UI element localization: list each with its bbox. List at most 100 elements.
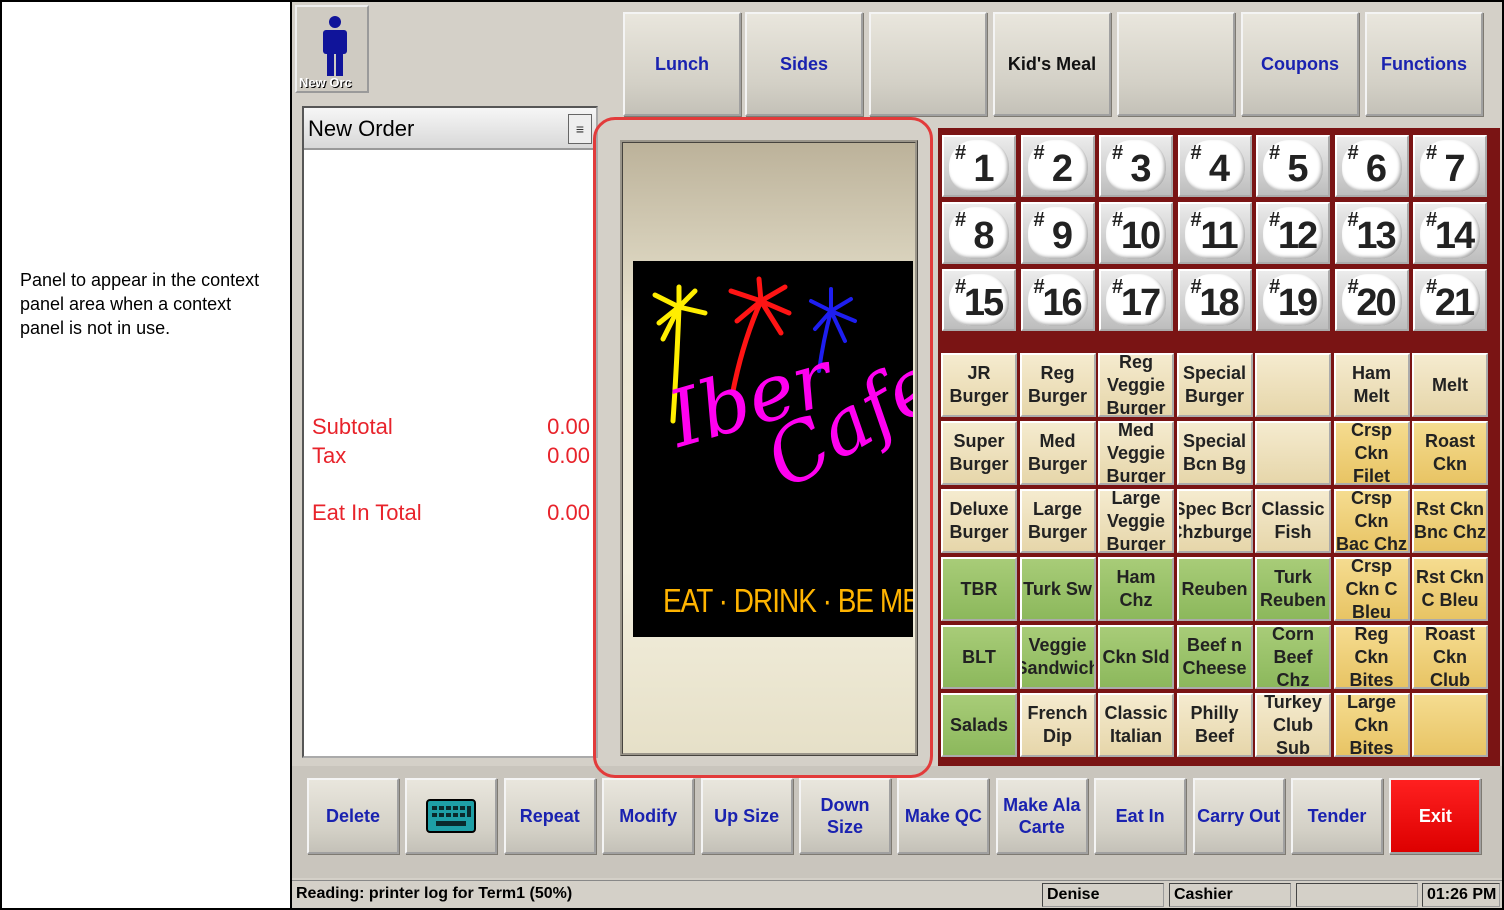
combo-button[interactable]: #21 [1413, 269, 1487, 331]
menu-item[interactable]: JR Burger [941, 353, 1017, 417]
combo-number: 7 [1444, 148, 1465, 190]
menu-item[interactable]: Ham Melt [1333, 353, 1410, 417]
menu-item[interactable]: Special Burger [1176, 353, 1253, 417]
menu-item[interactable]: Crsp Ckn Bac Chz [1333, 489, 1410, 553]
combo-number: 17 [1120, 282, 1161, 324]
menu-item[interactable] [1255, 421, 1331, 485]
menu-item[interactable]: Reg Burger [1019, 353, 1096, 417]
combo-button[interactable]: #14 [1413, 202, 1487, 264]
new-order-button[interactable]: New Orc [295, 5, 369, 93]
menu-item[interactable] [1412, 693, 1488, 757]
tab-sides[interactable]: Sides [745, 12, 863, 116]
tab-coupons[interactable]: Coupons [1241, 12, 1359, 116]
menu-item[interactable]: Ham Chz [1098, 557, 1174, 621]
repeat-button[interactable]: Repeat [503, 778, 596, 854]
combo-button[interactable]: #8 [942, 202, 1016, 264]
subtotal-value: 0.00 [547, 414, 590, 439]
tab-empty-2[interactable] [869, 12, 987, 116]
menu-item[interactable]: Large Ckn Bites [1333, 693, 1410, 757]
hash-label: # [1269, 142, 1281, 164]
down-size-button[interactable]: Down Size [799, 778, 891, 854]
menu-item[interactable]: Melt [1412, 353, 1488, 417]
combo-button[interactable]: #9 [1020, 202, 1095, 264]
combo-button[interactable]: #6 [1334, 135, 1409, 197]
tab-empty-4[interactable] [1117, 12, 1235, 116]
menu-item[interactable]: Large Veggie Burger [1098, 489, 1174, 553]
menu-item[interactable]: Ckn Sld [1098, 625, 1174, 689]
tab-functions[interactable]: Functions [1365, 12, 1483, 116]
delete-button[interactable]: Delete [307, 778, 399, 854]
eat-in-button[interactable]: Eat In [1094, 778, 1187, 854]
menu-item[interactable]: Turkey Club Sub [1255, 693, 1331, 757]
menu-item[interactable]: Super Burger [941, 421, 1017, 485]
combo-button[interactable]: #5 [1256, 135, 1330, 197]
menu-item[interactable]: Reuben [1176, 557, 1253, 621]
combo-number: 5 [1287, 148, 1308, 190]
iber-cafe-logo: Iber Cafe EAT · DRINK · BE MERRY [633, 261, 913, 637]
menu-item[interactable]: Roast Ckn [1412, 421, 1488, 485]
menu-item[interactable]: BLT [941, 625, 1017, 689]
exit-button[interactable]: Exit [1389, 778, 1482, 854]
order-pane[interactable]: New Order ≡ Subtotal 0.00 Tax 0.00 Eat I… [302, 106, 598, 758]
menu-item[interactable]: Large Burger [1019, 489, 1096, 553]
combo-button[interactable]: #3 [1099, 135, 1173, 197]
menu-item[interactable]: Rst Ckn C Bleu [1412, 557, 1488, 621]
combo-button[interactable]: #4 [1177, 135, 1252, 197]
make-qc-button[interactable]: Make QC [897, 778, 990, 854]
menu-item[interactable]: Corn Beef Chz [1255, 625, 1331, 689]
menu-item[interactable]: Deluxe Burger [941, 489, 1017, 553]
up-size-button[interactable]: Up Size [700, 778, 793, 854]
combo-button[interactable]: #2 [1020, 135, 1095, 197]
combo-number: 16 [1042, 282, 1082, 324]
combo-button[interactable]: #7 [1413, 135, 1487, 197]
menu-item[interactable]: Special Bcn Bg [1176, 421, 1253, 485]
menu-item[interactable]: Med Veggie Burger [1098, 421, 1174, 485]
menu-item[interactable]: Veggie Sandwich [1019, 625, 1096, 689]
combo-button[interactable]: #20 [1334, 269, 1409, 331]
menu-item[interactable]: Crsp Ckn C Bleu [1333, 557, 1410, 621]
make-ala-carte-button[interactable]: Make Ala Carte [995, 778, 1088, 854]
menu-item[interactable]: Classic Italian [1098, 693, 1174, 757]
logo-tagline: EAT · DRINK · BE MERRY [663, 581, 913, 619]
list-icon[interactable]: ≡ [568, 114, 592, 144]
menu-item[interactable] [1255, 353, 1331, 417]
menu-item[interactable]: Reg Ckn Bites [1333, 625, 1410, 689]
modify-button[interactable]: Modify [602, 778, 695, 854]
hash-label: # [1033, 209, 1045, 231]
menu-item[interactable]: Spec Bcn Chzburger [1176, 489, 1253, 553]
menu-item[interactable]: Classic Fish [1255, 489, 1331, 553]
menu-item[interactable]: French Dip [1019, 693, 1096, 757]
subtotal-label: Subtotal [312, 414, 393, 439]
combo-button[interactable]: #11 [1177, 202, 1252, 264]
combo-button[interactable]: #17 [1099, 269, 1173, 331]
combo-number: 3 [1130, 148, 1151, 190]
menu-item[interactable]: TBR [941, 557, 1017, 621]
combo-button[interactable]: #13 [1334, 202, 1409, 264]
carry-out-button[interactable]: Carry Out [1192, 778, 1285, 854]
tab-lunch[interactable]: Lunch [623, 12, 741, 116]
combo-button[interactable]: #10 [1099, 202, 1173, 264]
menu-item[interactable]: Reg Veggie Burger [1098, 353, 1174, 417]
menu-item[interactable]: Rst Ckn Bnc Chz [1412, 489, 1488, 553]
tender-button[interactable]: Tender [1291, 778, 1383, 854]
tab-kid-s-meal[interactable]: Kid's Meal [993, 12, 1111, 116]
combo-button[interactable]: #16 [1020, 269, 1095, 331]
combo-button[interactable]: #12 [1256, 202, 1330, 264]
menu-item[interactable]: Turk Sw [1019, 557, 1096, 621]
menu-item[interactable]: Turk Reuben [1255, 557, 1331, 621]
menu-item[interactable]: Med Burger [1019, 421, 1096, 485]
combo-button[interactable]: #19 [1256, 269, 1330, 331]
menu-item[interactable]: Philly Beef [1176, 693, 1253, 757]
combo-number: 4 [1208, 148, 1230, 190]
menu-item[interactable]: Crsp Ckn Filet [1333, 421, 1410, 485]
menu-item[interactable]: Roast Ckn Club [1412, 625, 1488, 689]
hash-label: # [1269, 209, 1281, 231]
menu-item[interactable]: Salads [941, 693, 1017, 757]
combo-button[interactable]: #1 [942, 135, 1016, 197]
menu-item[interactable]: Beef n Cheese [1176, 625, 1253, 689]
combo-button[interactable]: #15 [942, 269, 1016, 331]
combo-badge: #12 [1263, 207, 1323, 259]
combo-badge: #6 [1341, 140, 1402, 192]
keyboard-button[interactable] [405, 778, 498, 854]
combo-button[interactable]: #18 [1177, 269, 1252, 331]
